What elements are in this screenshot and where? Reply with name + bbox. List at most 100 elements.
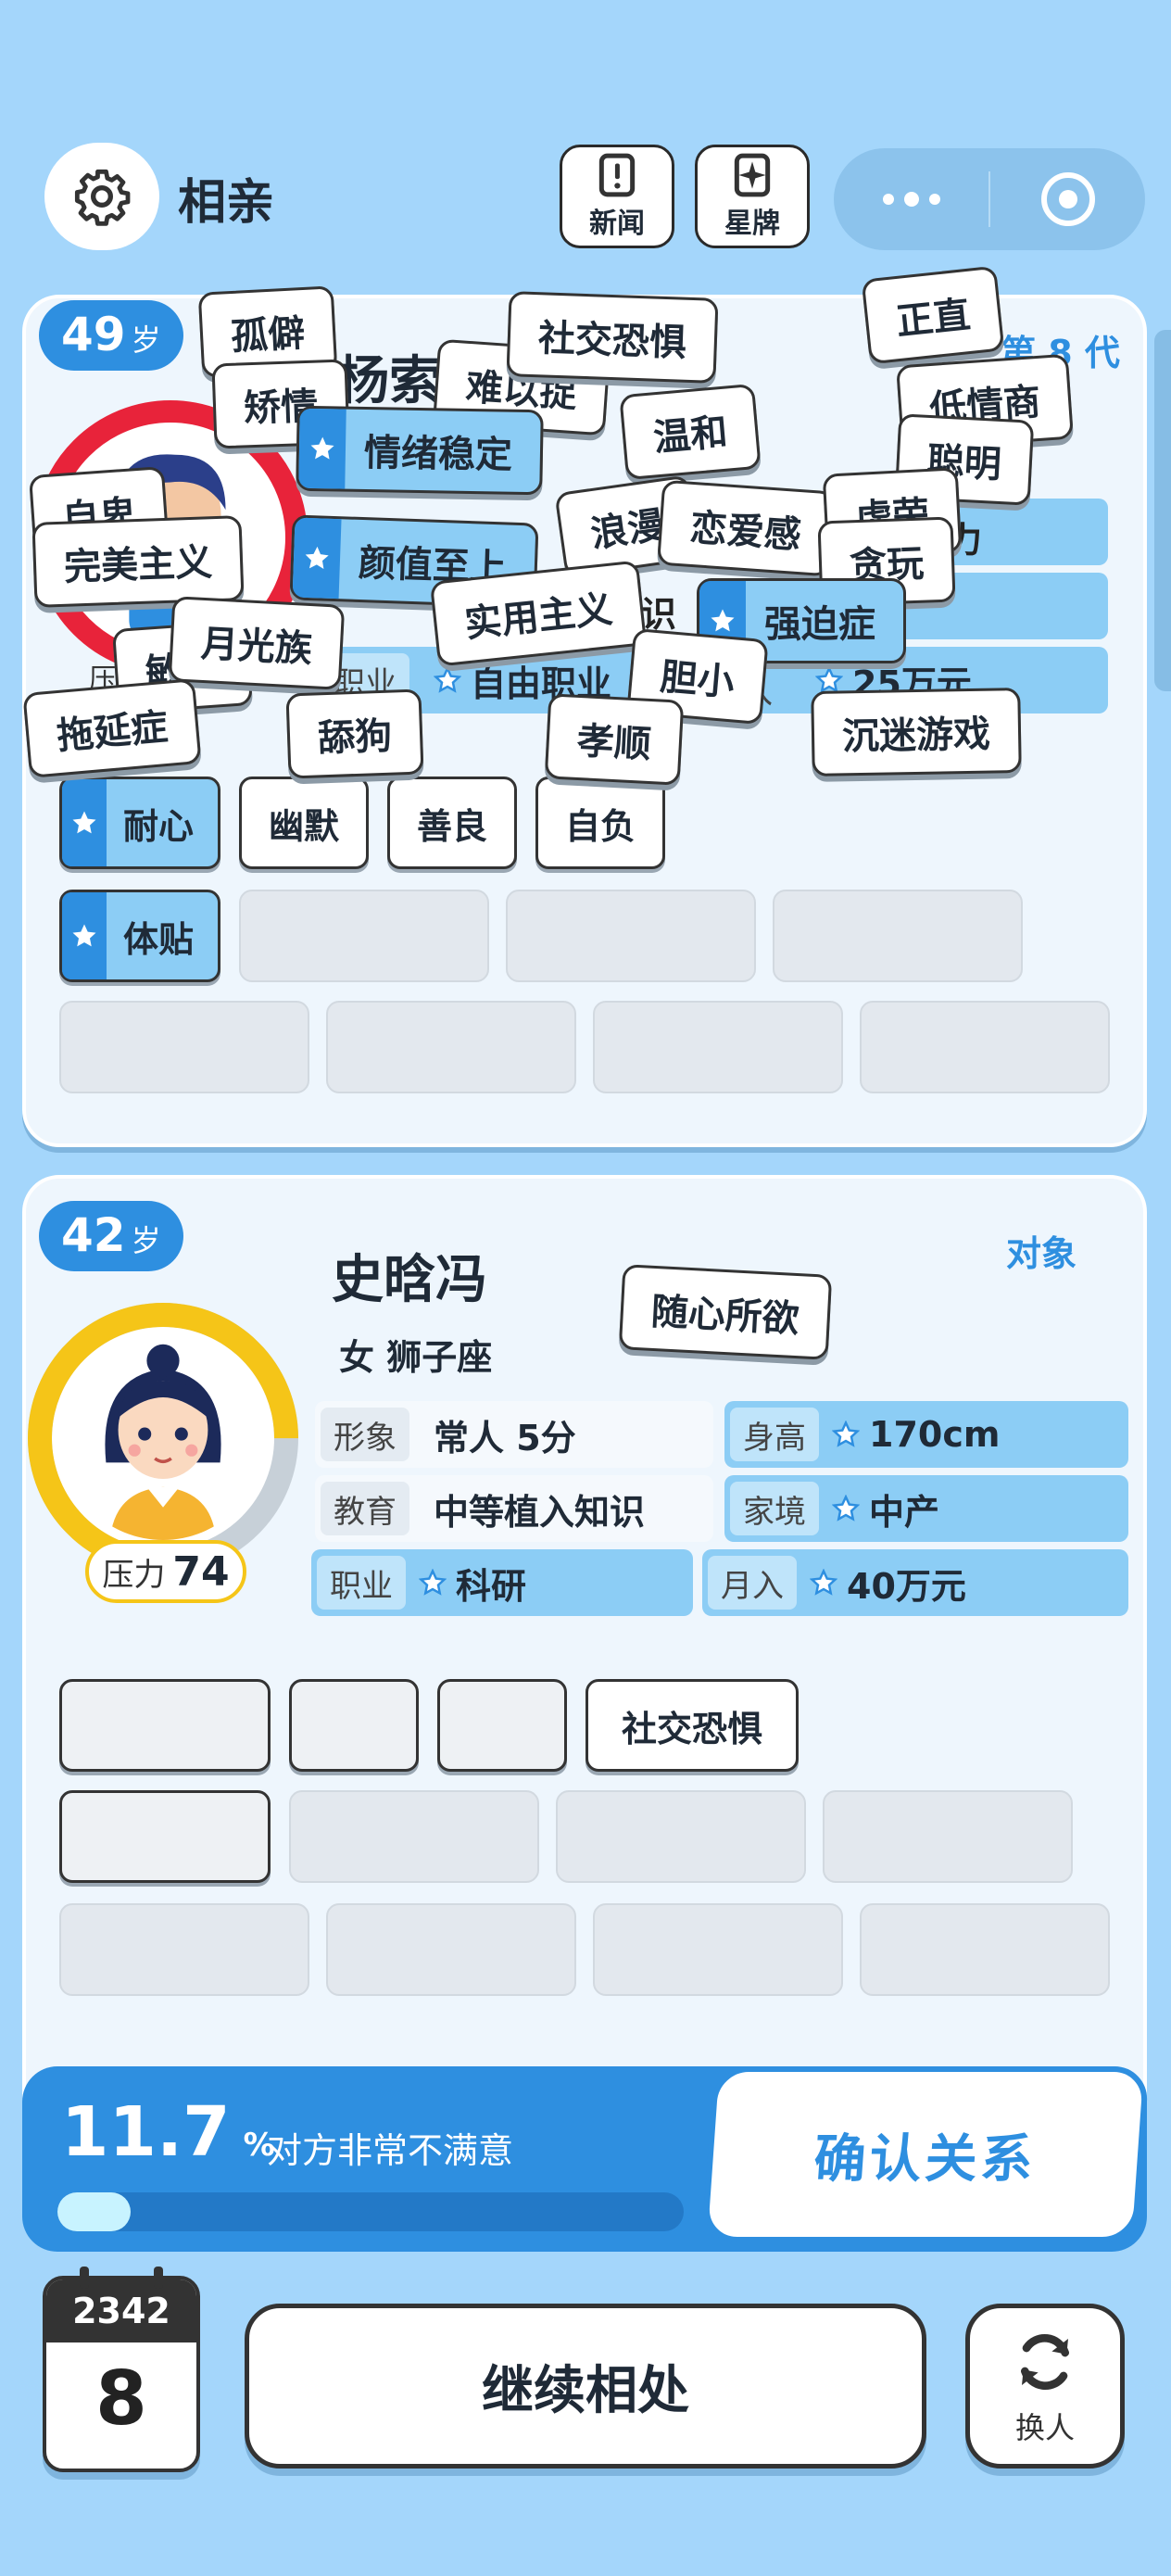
empty-trait-slot [773,890,1023,982]
info-key: 家境 [730,1482,819,1535]
partner-age: 42 [61,1208,126,1262]
partner-info-family: 家境 中产 [724,1475,1128,1542]
settings-button[interactable] [44,143,159,250]
hidden-trait-card[interactable] [437,1679,567,1772]
empty-trait-slot [556,1790,806,1883]
empty-trait-slot [860,1903,1110,1996]
miniprogram-capsule [834,148,1145,250]
partner-info-income: 月入 40万元 [702,1549,1128,1616]
star-icon [434,666,461,693]
trait-star-badge [298,408,346,489]
player-trait-4[interactable]: 自负 [535,777,665,869]
stress-value: 74 [172,1547,230,1596]
hidden-trait-card[interactable] [289,1679,419,1772]
player-trait-1-label: 耐心 [123,805,195,847]
empty-trait-slot [59,1001,309,1093]
partner-gender-sign: 女 狮子座 [339,1337,493,1378]
floating-trait[interactable]: 孝顺 [544,693,685,786]
floating-trait[interactable]: 月光族 [168,596,346,690]
trait-star-badge [292,517,342,600]
star-icon [832,1421,860,1447]
calendar-ring [154,2267,163,2289]
swap-label: 换人 [1014,2410,1075,2445]
trait-star-badge [62,892,107,979]
satisfaction-message: 对方非常不满意 [267,2130,514,2171]
player-name: 杨索 [337,351,441,411]
partner-info-job: 职业 科研 [311,1549,693,1616]
empty-trait-slot [59,1903,309,1996]
player-trait-2[interactable]: 幽默 [239,777,369,869]
floating-trait-starred[interactable]: 情绪稳定 [296,405,544,496]
player-age-badge: 49 岁 [39,300,183,371]
partner-avatar-illustration [105,1344,221,1540]
calendar-ring [80,2267,89,2289]
side-drawer-handle[interactable] [1154,330,1171,691]
star-icon [711,609,735,632]
page-title: 相亲 [178,175,275,231]
confirm-relationship-button[interactable]: 确认关系 [701,2066,1150,2242]
info-key: 形象 [321,1408,409,1461]
info-key: 月入 [708,1556,797,1610]
floating-trait[interactable]: 恋爱感 [657,479,835,577]
partner-info-appearance: 形象 常人 5分 [315,1401,713,1468]
empty-trait-slot [239,890,489,982]
info-value-wrap: 170cm [832,1414,1000,1455]
close-miniprogram-button[interactable] [990,148,1145,250]
empty-trait-slot [593,1001,843,1093]
partner-info-education: 教育 中等植入知识 [315,1475,713,1542]
star-icon [419,1569,447,1596]
star-icon [72,924,96,947]
refresh-icon [1021,2333,1069,2391]
satisfaction-percent: 11.7 [61,2092,231,2172]
info-value-wrap: 科研 [419,1558,526,1609]
calendar: 2342 8 [43,2276,200,2472]
partner-trait-revealed[interactable]: 社交恐惧 [586,1679,799,1772]
target-close-icon [1040,172,1095,226]
continue-button[interactable]: 继续相处 [245,2304,926,2469]
satisfaction-track [57,2192,684,2231]
player-age: 49 [61,308,126,361]
star-icon [810,1569,837,1596]
hidden-trait-card[interactable] [59,1679,271,1772]
news-alert-icon [598,153,636,197]
more-dots-icon [882,192,940,207]
gear-icon [74,169,131,226]
floating-trait[interactable]: 拖延症 [22,678,202,778]
partner-avatar [61,1336,265,1540]
more-button[interactable] [834,148,988,250]
empty-trait-slot [506,890,756,982]
stress-label: 压力 [102,1556,166,1594]
swap-person-button[interactable]: 换人 [965,2304,1125,2469]
info-value: 中等植入知识 [434,1491,646,1533]
calendar-year: 2342 [46,2279,196,2342]
info-value: 科研 [456,1565,527,1607]
news-button[interactable]: 新闻 [560,145,674,248]
star-icon [310,436,334,460]
empty-trait-slot [823,1790,1073,1883]
star-cards-label: 星牌 [724,208,780,240]
star-icon [832,1495,860,1522]
star-icon [305,546,329,569]
floating-trait[interactable]: 完美主义 [31,515,245,608]
info-value: 中产 [869,1491,940,1533]
hidden-trait-card[interactable] [59,1790,271,1883]
player-age-unit: 岁 [131,322,161,358]
floating-trait[interactable]: 正直 [861,265,1005,365]
info-value-wrap: 中产 [832,1484,939,1534]
trait-star-badge [62,779,107,866]
floating-trait[interactable]: 温和 [619,383,762,481]
player-trait-5[interactable]: 体贴 [59,890,220,982]
player-trait-1[interactable]: 耐心 [59,777,220,869]
floating-trait[interactable]: 舔狗 [285,688,424,779]
player-trait-3[interactable]: 善良 [387,777,517,869]
star-cards-button[interactable]: 星牌 [695,145,810,248]
info-key: 职业 [317,1556,406,1610]
partner-age-unit: 岁 [131,1223,161,1258]
partner-relation-label: 对象 [1006,1233,1077,1274]
satisfaction-percent-wrap: 11.7% [61,2092,275,2172]
info-key: 身高 [730,1408,819,1461]
floating-trait[interactable]: 沉迷游戏 [811,688,1022,777]
partner-floating-trait[interactable]: 随心所欲 [618,1264,833,1360]
info-value: 常人 5分 [434,1417,576,1458]
floating-trait[interactable]: 社交恐惧 [506,291,719,384]
